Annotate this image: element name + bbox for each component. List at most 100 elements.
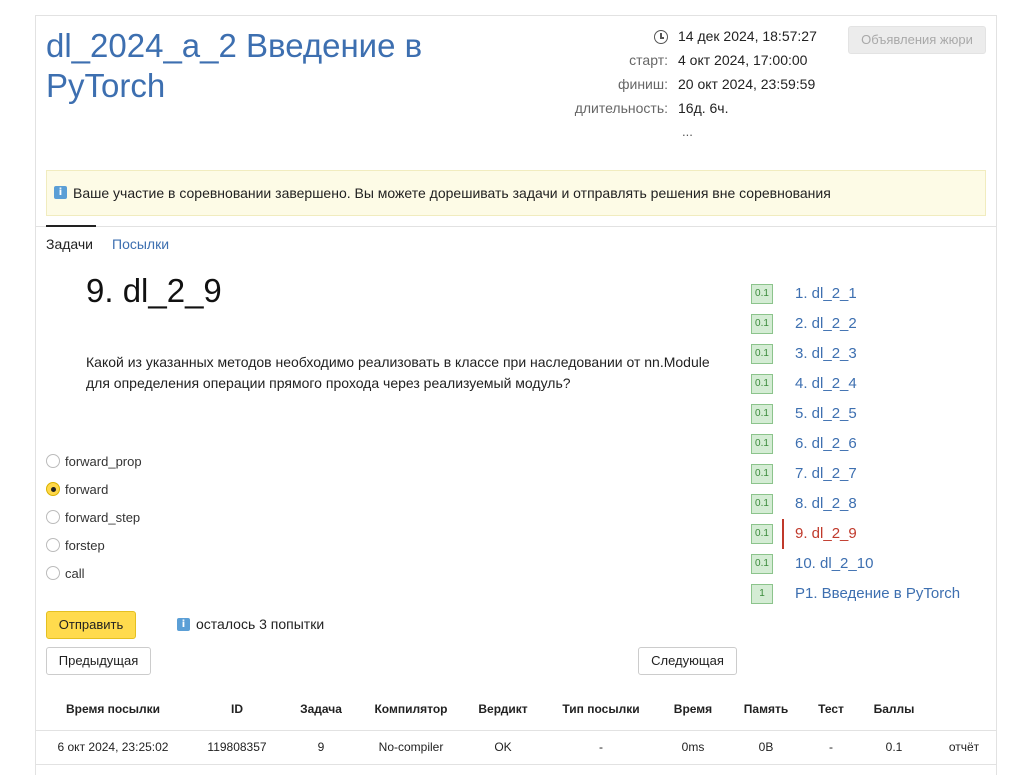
problem-list-item[interactable]: 0.1 1. dl_2_1: [751, 284, 991, 304]
score-badge: 0.1: [751, 374, 773, 394]
start-row: старт: 4 окт 2024, 17:00:00: [540, 52, 840, 72]
problem-list-item[interactable]: 0.1 6. dl_2_6: [751, 434, 991, 454]
tabs-divider: [36, 226, 996, 227]
problem-list-item[interactable]: 0.1 3. dl_2_3: [751, 344, 991, 364]
problem-link[interactable]: 5. dl_2_5: [795, 405, 857, 422]
info-icon: i: [54, 186, 67, 199]
column-header: ID: [190, 688, 284, 731]
score-badge: 0.1: [751, 494, 773, 514]
submission-time: 6 окт 2024, 23:25:02: [36, 730, 190, 765]
jury-announcements-button[interactable]: Объявления жюри: [848, 26, 986, 54]
radio-button[interactable]: [46, 454, 60, 468]
submission-score: 0.1: [856, 730, 932, 765]
attempts-text: осталось 3 попытки: [196, 616, 325, 632]
problem-link[interactable]: 3. dl_2_3: [795, 345, 857, 362]
start-value: 4 окт 2024, 17:00:00: [678, 52, 808, 68]
duration-row: длительность: 16д. 6ч.: [540, 100, 840, 120]
current-time: 14 дек 2024, 18:57:27: [678, 28, 817, 44]
problem-list-item-active[interactable]: 0.1 9. dl_2_9: [751, 519, 991, 549]
problem-link[interactable]: 9. dl_2_9: [795, 525, 857, 542]
submission-test: -: [806, 730, 856, 765]
column-header: Вердикт: [464, 688, 542, 731]
column-header: Тип посылки: [542, 688, 660, 731]
option-forward-prop[interactable]: forward_prop: [46, 452, 246, 472]
submissions-table: Время посылки ID Задача Компилятор Верди…: [36, 688, 996, 765]
submission-type: -: [542, 730, 660, 765]
option-forstep[interactable]: forstep: [46, 536, 246, 556]
score-badge: 1: [751, 584, 773, 604]
problem-link[interactable]: 10. dl_2_10: [795, 555, 873, 572]
previous-problem-button[interactable]: Предыдущая: [46, 647, 151, 675]
problem-list-item[interactable]: 0.1 7. dl_2_7: [751, 464, 991, 484]
finish-row: финиш: 20 окт 2024, 23:59:59: [540, 76, 840, 96]
score-badge: 0.1: [751, 404, 773, 424]
problem-list-item[interactable]: 1 P1. Введение в PyTorch: [751, 584, 991, 604]
problem-link[interactable]: 2. dl_2_2: [795, 315, 857, 332]
column-header: Тест: [806, 688, 856, 731]
clock-icon: [654, 30, 668, 44]
problem-statement: Какой из указанных методов необходимо ре…: [86, 354, 710, 391]
problem-link[interactable]: 1. dl_2_1: [795, 285, 857, 302]
option-call[interactable]: call: [46, 564, 246, 584]
duration-value: 16д. 6ч.: [678, 100, 729, 116]
finish-value: 20 окт 2024, 23:59:59: [678, 76, 816, 92]
submission-problem: 9: [284, 730, 358, 765]
problem-list-item[interactable]: 0.1 4. dl_2_4: [751, 374, 991, 394]
start-label: старт:: [629, 52, 668, 68]
report-link[interactable]: отчёт: [932, 730, 996, 765]
column-header: Компилятор: [358, 688, 464, 731]
current-time-row: 14 дек 2024, 18:57:27: [540, 28, 840, 48]
radio-button-checked[interactable]: [46, 482, 60, 496]
column-header: Память: [726, 688, 806, 731]
table-header-row: Время посылки ID Задача Компилятор Верди…: [36, 688, 996, 731]
radio-button[interactable]: [46, 538, 60, 552]
submission-id: 119808357: [190, 730, 284, 765]
more-info-ellipsis[interactable]: ...: [682, 124, 693, 139]
finish-label: финиш:: [617, 76, 668, 92]
active-tab-indicator: [46, 225, 96, 227]
score-badge: 0.1: [751, 434, 773, 454]
problem-link[interactable]: 4. dl_2_4: [795, 375, 857, 392]
score-badge: 0.1: [751, 284, 773, 304]
score-badge: 0.1: [751, 344, 773, 364]
score-badge: 0.1: [751, 524, 773, 544]
problem-link[interactable]: 7. dl_2_7: [795, 465, 857, 482]
option-label: call: [65, 566, 85, 581]
contest-frame: [35, 15, 997, 775]
option-forward-step[interactable]: forward_step: [46, 508, 246, 528]
score-badge: 0.1: [751, 314, 773, 334]
problem-link[interactable]: 8. dl_2_8: [795, 495, 857, 512]
next-problem-button[interactable]: Следующая: [638, 647, 737, 675]
problem-list-item[interactable]: 0.1 2. dl_2_2: [751, 314, 991, 334]
column-header: Время: [660, 688, 726, 731]
option-label: forward: [65, 482, 109, 497]
option-label: forward_prop: [65, 454, 142, 469]
column-header: Время посылки: [36, 688, 190, 731]
duration-label: длительность:: [574, 100, 668, 116]
participation-notice: i Ваше участие в соревновании завершено.…: [46, 170, 986, 216]
problem-list-item[interactable]: 0.1 10. dl_2_10: [751, 554, 991, 574]
contest-title: dl_2024_a_2 Введение в PyTorch: [46, 27, 423, 104]
option-forward[interactable]: forward: [46, 480, 246, 500]
problem-link[interactable]: 6. dl_2_6: [795, 435, 857, 452]
problem-list-item[interactable]: 0.1 5. dl_2_5: [751, 404, 991, 424]
option-label: forward_step: [65, 510, 141, 525]
score-badge: 0.1: [751, 464, 773, 484]
tab-problems[interactable]: Задачи: [46, 236, 93, 252]
notice-text: Ваше участие в соревновании завершено. В…: [73, 185, 831, 201]
tab-submissions[interactable]: Посылки: [112, 236, 169, 252]
submission-memory: 0B: [726, 730, 806, 765]
radio-button[interactable]: [46, 566, 60, 580]
column-header: Задача: [284, 688, 358, 731]
score-badge: 0.1: [751, 554, 773, 574]
submit-button[interactable]: Отправить: [46, 611, 136, 639]
column-header: [932, 688, 996, 731]
attempts-remaining: i осталось 3 попытки: [177, 616, 324, 632]
problem-link[interactable]: P1. Введение в PyTorch: [795, 585, 960, 602]
column-header: Баллы: [856, 688, 932, 731]
radio-button[interactable]: [46, 510, 60, 524]
problem-list-item[interactable]: 0.1 8. dl_2_8: [751, 494, 991, 514]
table-row: 6 окт 2024, 23:25:02 119808357 9 No-comp…: [36, 730, 996, 765]
option-label: forstep: [65, 538, 105, 553]
problem-title: 9. dl_2_9: [86, 272, 222, 309]
